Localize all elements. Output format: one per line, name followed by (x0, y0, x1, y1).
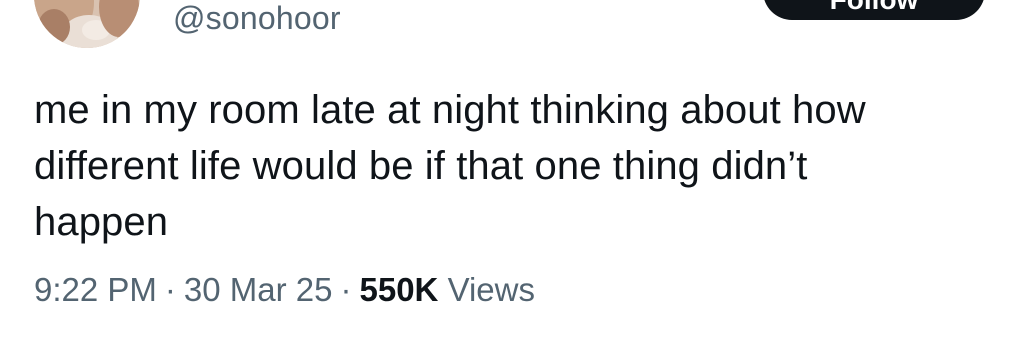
tweet-date[interactable]: 30 Mar 25 (184, 271, 333, 308)
meta-separator: · (164, 271, 176, 308)
meta-separator: · (340, 271, 352, 308)
tweet-metadata: 9:22 PM · 30 Mar 25 · 550K Views (34, 270, 535, 310)
follow-button[interactable]: Follow (763, 0, 985, 20)
avatar-photo (34, 0, 140, 48)
author-handle[interactable]: @sonohoor (173, 0, 341, 37)
views-label: Views (447, 271, 535, 308)
tweet-time[interactable]: 9:22 PM (34, 271, 157, 308)
tweet-text: me in my room late at night thinking abo… (34, 88, 866, 244)
views-count: 550K (359, 271, 439, 308)
avatar[interactable] (34, 0, 140, 48)
